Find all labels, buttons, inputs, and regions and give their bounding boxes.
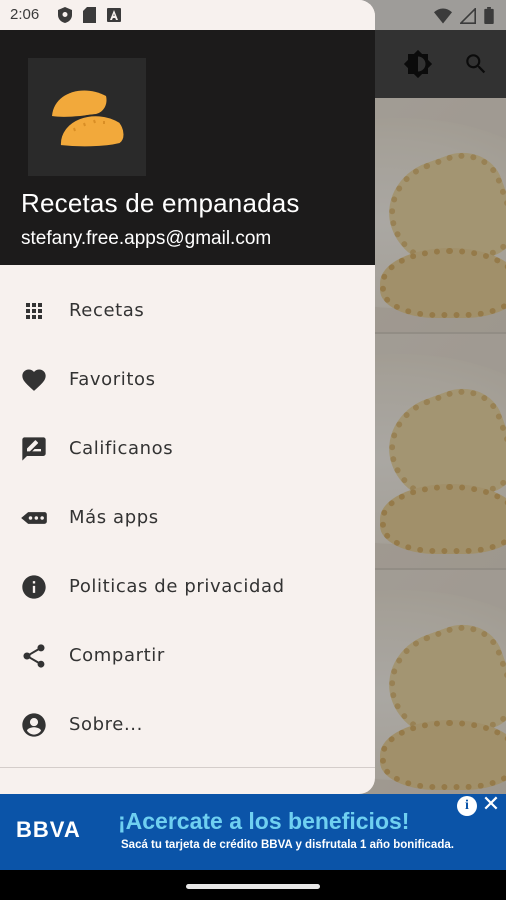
menu-divider xyxy=(0,767,375,768)
drawer-user-email: stefany.free.apps@gmail.com xyxy=(21,228,272,249)
info-icon xyxy=(20,573,48,601)
drawer-header: Recetas de empanadas stefany.free.apps@g… xyxy=(0,30,375,265)
account-circle-icon xyxy=(20,711,48,739)
ad-headline: ¡Acercate a los beneficios! xyxy=(118,808,410,834)
battery-icon xyxy=(484,7,494,28)
system-nav-bar xyxy=(0,870,506,900)
ad-subline: Sacá tu tarjeta de crédito BBVA y disfru… xyxy=(121,839,454,851)
ad-banner[interactable]: BBVA ¡Acercate a los beneficios! Sacá tu… xyxy=(0,794,506,870)
menu-item-recetas[interactable]: Recetas xyxy=(0,276,375,345)
ad-close-icon[interactable]: ✕ xyxy=(480,794,502,816)
signal-icon xyxy=(458,6,476,28)
menu-item-label: Favoritos xyxy=(69,369,156,390)
grid-icon xyxy=(20,297,48,325)
menu-item-label: Compartir xyxy=(69,645,165,666)
status-bar-left: 2:06 xyxy=(0,0,375,30)
menu-item-label: Más apps xyxy=(69,507,159,528)
menu-item-politicas-de-privacidad[interactable]: Politicas de privacidad xyxy=(0,552,375,621)
menu-item-label: Recetas xyxy=(69,300,145,321)
menu-item-sobre[interactable]: Sobre... xyxy=(0,690,375,759)
menu-item-label: Calificanos xyxy=(69,438,174,459)
home-gesture-handle[interactable] xyxy=(186,884,320,889)
ad-info-icon[interactable]: i xyxy=(457,796,477,816)
empanada-logo xyxy=(28,58,146,176)
share-icon xyxy=(20,642,48,670)
menu-item-label: Sobre... xyxy=(69,714,143,735)
navigation-drawer: 2:06 Recetas de empanadas stefany.free.a… xyxy=(0,0,375,794)
menu-item-calificanos[interactable]: Calificanos xyxy=(0,414,375,483)
drawer-menu: Recetas Favoritos Calificanos Más apps P… xyxy=(0,276,375,759)
wifi-icon xyxy=(434,8,452,28)
menu-item-favoritos[interactable]: Favoritos xyxy=(0,345,375,414)
sim-card-icon xyxy=(83,7,96,28)
ad-brand-logo: BBVA xyxy=(16,817,81,842)
menu-item-label: Politicas de privacidad xyxy=(69,576,285,597)
status-time: 2:06 xyxy=(10,6,40,23)
more-apps-icon xyxy=(20,504,48,532)
font-a-icon xyxy=(107,8,121,27)
rate-review-icon xyxy=(20,435,48,463)
menu-item-compartir[interactable]: Compartir xyxy=(0,621,375,690)
shield-icon xyxy=(58,7,72,28)
menu-item-mas-apps[interactable]: Más apps xyxy=(0,483,375,552)
drawer-app-title: Recetas de empanadas xyxy=(21,188,300,218)
heart-icon xyxy=(20,366,48,394)
